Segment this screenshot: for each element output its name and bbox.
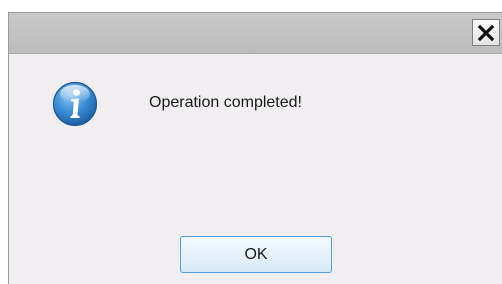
- close-icon: [477, 24, 495, 41]
- close-button[interactable]: [472, 19, 500, 46]
- dialog-content: Operation completed! OK: [9, 54, 502, 284]
- message-dialog: Operation completed! OK: [8, 12, 502, 284]
- info-icon: [52, 81, 98, 127]
- ok-button[interactable]: OK: [180, 236, 332, 273]
- title-bar[interactable]: [9, 13, 502, 54]
- dialog-message: Operation completed!: [149, 94, 302, 111]
